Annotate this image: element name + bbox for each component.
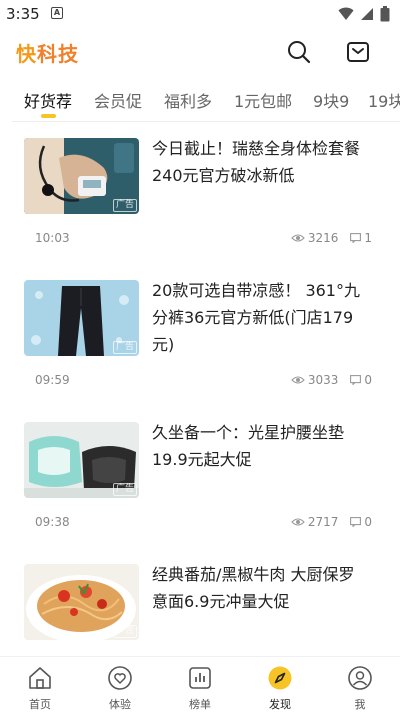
nav-item-ranking[interactable]: 榜单 xyxy=(175,665,225,712)
status-bar: 3:35 A xyxy=(0,0,400,28)
nav-item-experience[interactable]: 体验 xyxy=(95,665,145,712)
nav-label: 榜单 xyxy=(189,698,211,711)
app-header: 快科技 xyxy=(0,30,400,76)
article-thumbnail[interactable]: 广告 xyxy=(24,280,139,356)
ad-tag: 广告 xyxy=(112,341,137,354)
tab-huiyuancu[interactable]: 会员促 xyxy=(94,88,142,112)
tab-fuliduo[interactable]: 福利多 xyxy=(164,88,212,112)
view-count: 3216 xyxy=(307,231,339,245)
battery-icon xyxy=(380,6,390,22)
nav-item-discover[interactable]: 发现 xyxy=(255,665,305,712)
ad-tag: 广告 xyxy=(112,199,137,212)
article-title[interactable]: 20款可选自带凉感！ 361°九分裤36元官方新低(门店179元) xyxy=(152,277,368,358)
tabs-divider xyxy=(12,121,400,122)
view-count: 2717 xyxy=(307,515,339,529)
article-title[interactable]: 久坐备一个：光星护腰坐垫19.9元起大促 xyxy=(152,419,368,473)
comment-icon xyxy=(350,375,362,385)
status-time: 3:35 xyxy=(6,5,40,23)
comment-count: 0 xyxy=(364,373,372,387)
article-title[interactable]: 今日截止！瑞慈全身体检套餐240元官方破冰新低 xyxy=(152,135,368,189)
nav-label: 首页 xyxy=(29,698,51,711)
message-button[interactable] xyxy=(342,36,374,68)
active-tab-indicator xyxy=(41,114,56,118)
signal-icon xyxy=(361,8,373,20)
search-icon xyxy=(288,41,311,64)
bottom-nav: 首页 体验 榜单 发现 我 xyxy=(0,656,400,712)
app-logo[interactable]: 快科技 xyxy=(16,38,79,67)
tab-yiyuanbaoyou[interactable]: 1元包邮 xyxy=(234,88,292,112)
comment-icon xyxy=(350,233,362,243)
category-tabs: 好货荐 会员促 福利多 1元包邮 9块9 19块 xyxy=(0,80,400,120)
tab-haohuojian[interactable]: 好货荐 xyxy=(24,88,72,112)
mail-icon xyxy=(347,42,369,62)
comment-icon xyxy=(350,517,362,527)
article-time: 10:03 xyxy=(35,231,70,245)
nav-item-home[interactable]: 首页 xyxy=(15,665,65,712)
nav-label: 我 xyxy=(354,698,366,711)
tab-jiukuaijiu[interactable]: 9块9 xyxy=(313,88,349,112)
heart-icon xyxy=(107,665,133,691)
status-icons xyxy=(338,5,390,23)
wifi-icon xyxy=(338,7,354,20)
views-icon xyxy=(291,234,305,242)
article-time: 09:38 xyxy=(35,515,70,529)
view-count: 3033 xyxy=(307,373,339,387)
article-thumbnail[interactable]: 广告 xyxy=(24,138,139,214)
compass-icon xyxy=(267,665,293,691)
nav-label: 发现 xyxy=(269,698,291,711)
nav-item-me[interactable]: 我 xyxy=(335,665,385,712)
article-stats: 3033 0 xyxy=(291,373,372,387)
article-stats: 2717 0 xyxy=(291,515,372,529)
comment-count: 1 xyxy=(364,231,372,245)
article-stats: 3216 1 xyxy=(291,231,372,245)
article-thumbnail[interactable]: 广告 xyxy=(24,422,139,498)
article-title[interactable]: 经典番茄/黑椒牛肉 大厨保罗意面6.9元冲量大促 xyxy=(152,561,368,615)
views-icon xyxy=(291,376,305,384)
home-icon xyxy=(27,665,53,691)
views-icon xyxy=(291,518,305,526)
article-time: 09:59 xyxy=(35,373,70,387)
comment-count: 0 xyxy=(364,515,372,529)
article-thumbnail[interactable]: 广告 xyxy=(24,564,139,640)
nav-label: 体验 xyxy=(109,698,131,711)
notification-icon: A xyxy=(51,7,63,19)
search-button[interactable] xyxy=(283,36,315,68)
ad-tag: 广告 xyxy=(112,483,137,496)
user-icon xyxy=(347,665,373,691)
tab-shijiukuai[interactable]: 19块 xyxy=(368,88,400,112)
ad-tag: 广告 xyxy=(112,625,137,638)
chart-icon xyxy=(187,665,213,691)
